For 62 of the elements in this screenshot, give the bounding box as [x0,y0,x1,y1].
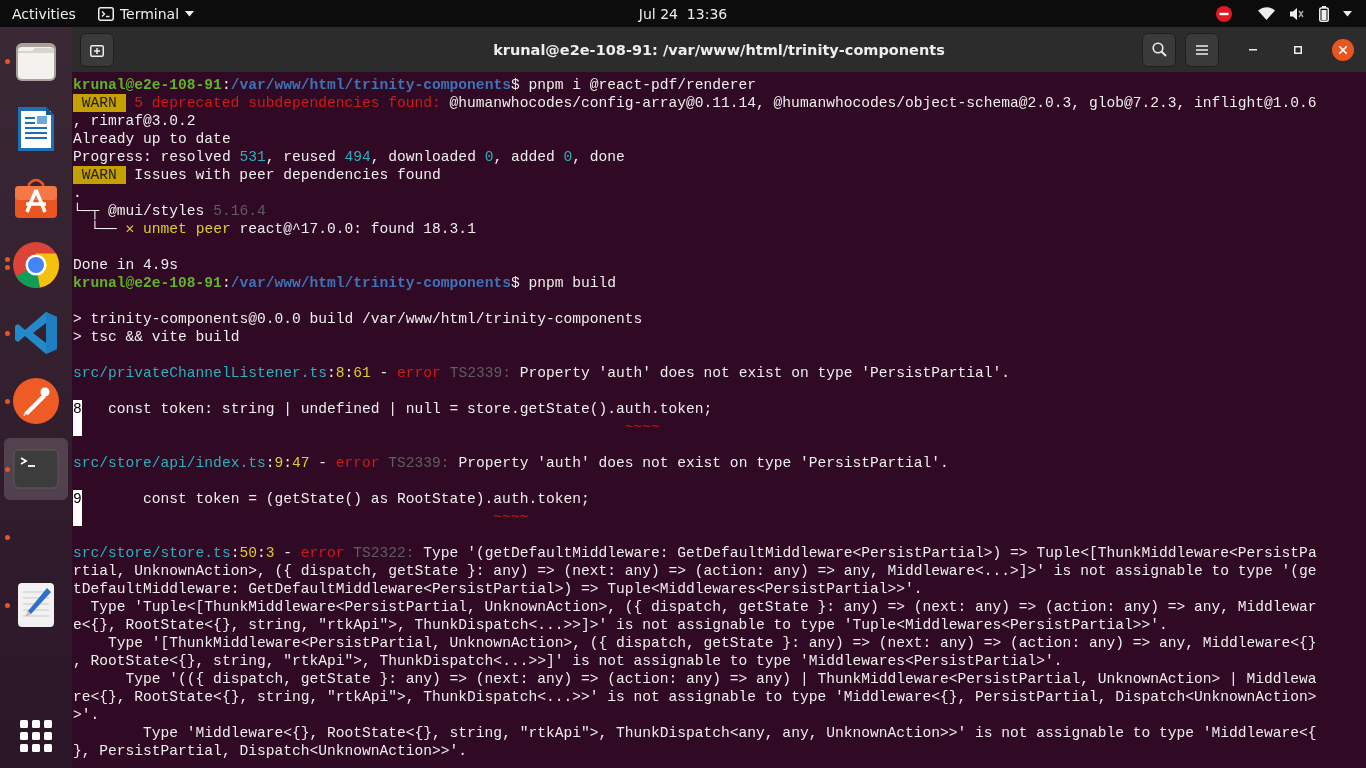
volume-icon[interactable] [1289,6,1305,21]
close-icon [1339,45,1347,54]
battery-icon[interactable] [1319,5,1329,22]
search-icon [1151,42,1167,57]
terminal-line: Issues with peer dependencies found [134,166,441,184]
search-button[interactable] [1142,32,1176,67]
menu-button[interactable] [1185,32,1219,67]
terminal-line: Already up to date [73,130,231,148]
terminal-line: ~~~~ [492,508,529,526]
new-tab-icon [90,42,104,57]
terminal-line: const token: string | undefined | null = store.getState().auth.token; [107,400,713,418]
menu-icon [1196,44,1208,55]
terminal-line: const token = (getState() as RootState).auth.token; [142,490,590,508]
terminal-line: , rimraf@3.0.2 [73,112,196,130]
terminal-line: > trinity-components@0.0.0 build /var/www/html/trinity-components [73,310,643,328]
warn-badge: WARN [73,166,126,184]
terminal-line: >'. [73,706,100,724]
close-button[interactable] [1332,38,1354,61]
terminal-line: Type 'Tuple<[ThunkMiddleware<PersistPartial, UnknownAction>, ({ dispatch, getState }: any) => (next: any) => (action: any) => any, Middlewar [89,598,1317,616]
text-editor-icon [17,582,55,628]
wifi-icon[interactable] [1258,7,1275,20]
app-menu[interactable]: Terminal [97,5,195,22]
terminal-line: rtial, UnknownAction>, ({ dispatch, getState }: any) => (next: any) => (action: any) => any, Middleware<...>]>' is not assignable to type '(ge [73,562,1317,580]
terminal-line: Type '(({ dispatch, getState }: any) => (next: any) => (action: any) => any) | ThunkMiddleware<PersistPartial, UnknownAction> | Middlewa [124,670,1317,688]
line-number: 9 [73,490,82,508]
window-title: krunal@e2e-108-91: /var/www/html/trinity-components [493,41,945,58]
show-applications-button[interactable] [20,720,52,752]
terminal-line: └── ✕ unmet peer react@^17.0.0: found 18.3.1 [90,220,476,238]
code-editor-icon [13,310,59,356]
terminal-icon [97,6,114,21]
warn-badge: WARN [73,94,126,112]
clock[interactable]: Jul 24 13:36 [638,5,728,22]
browser-icon [12,241,60,289]
caret-icon [185,10,195,17]
terminal-line: krunal@e2e-108-91:/var/www/html/trinity-components$ pnpm build [73,274,616,292]
terminal-line: ~~~~ [623,418,660,436]
terminal-line: krunal@e2e-108-91:/var/www/html/trinity-components$ pnpm i @react-pdf/renderer [73,76,757,94]
maximize-icon [1294,45,1302,54]
app-grid-icon [20,720,52,752]
activities-button[interactable]: Activities [12,5,76,22]
terminal-line: Type 'Middleware<{}, RootState<{}, string, "rtkApi">, ThunkDispatch<any, any, UnknownAction>>' is not assignable to type 'Middleware<{ [142,724,1317,742]
terminal-line: Type '[ThunkMiddleware<PersistPartial, UnknownAction>, ({ dispatch, getState }: any) => (next: any) => (action: any) => any, Middleware<{} [107,634,1317,652]
terminal-line: e<{}, RootState<{}, string, "rtkApi">, ThunkDispatch<...>>]>' is not assignable to type 'Tuple<Middlewares<PersistPartial>>'. [73,616,1168,634]
terminal-line: Progress: resolved 531, reused 494, downloaded 0, added 0, done [73,148,625,166]
terminal-line: > tsc && vite build [73,328,240,346]
terminal-line: . [73,184,82,202]
terminal-icon [13,449,59,489]
terminal-line: src/privateChannelListener.ts:8:61 - error TS2339: Property 'auth' does not exist on type 'PersistPartial'. [73,364,1011,382]
new-tab-button[interactable] [80,32,114,67]
terminal-line: , RootState<{}, string, "rtkApi">, ThunkDispatch<...>>]' is not assignable to type 'Middlewares<PersistPartial>'. [73,652,1063,670]
terminal-line: 5 deprecated subdependencies found: @humanwhocodes/config-array@0.11.14, @humanwhocodes/object-schema@2.0.3, glob@7.2.3, inflight@1.0.6 [134,94,1317,112]
minimize-icon [1249,48,1257,51]
do-not-disturb-icon[interactable] [1216,5,1232,22]
terminal-line: └─┬ @mui/styles 5.16.4 [73,202,266,220]
terminal-line: re<{}, RootState<{}, string, "rtkApi">, ThunkDispatch<...>>' is not assignable to type 'Middleware<{}, PersistPartial, Dispatch<UnknownAction> [73,688,1317,706]
line-number: 8 [73,400,82,418]
terminal-line: Done in 4.9s [73,256,179,274]
terminal-line: src/store/api/index.ts:9:47 - error TS2339: Property 'auth' does not exist on type 'PersistPartial'. [73,454,949,472]
terminal-line: src/store/store.ts:50:3 - error TS2322: Type '(getDefaultMiddleware: GetDefaultMiddleware<PersistPartial>) => Tuple<[ThunkMiddleware<PersistPa [73,544,1317,562]
terminal-line: }, PersistPartial, Dispatch<UnknownAction>>'. [73,742,468,760]
caret-icon[interactable] [1343,10,1352,17]
terminal-line: tDefaultMiddleware: GetDefaultMiddleware<PersistPartial>) => Tuple<Middlewares<PersistPartial>>'. [73,580,923,598]
